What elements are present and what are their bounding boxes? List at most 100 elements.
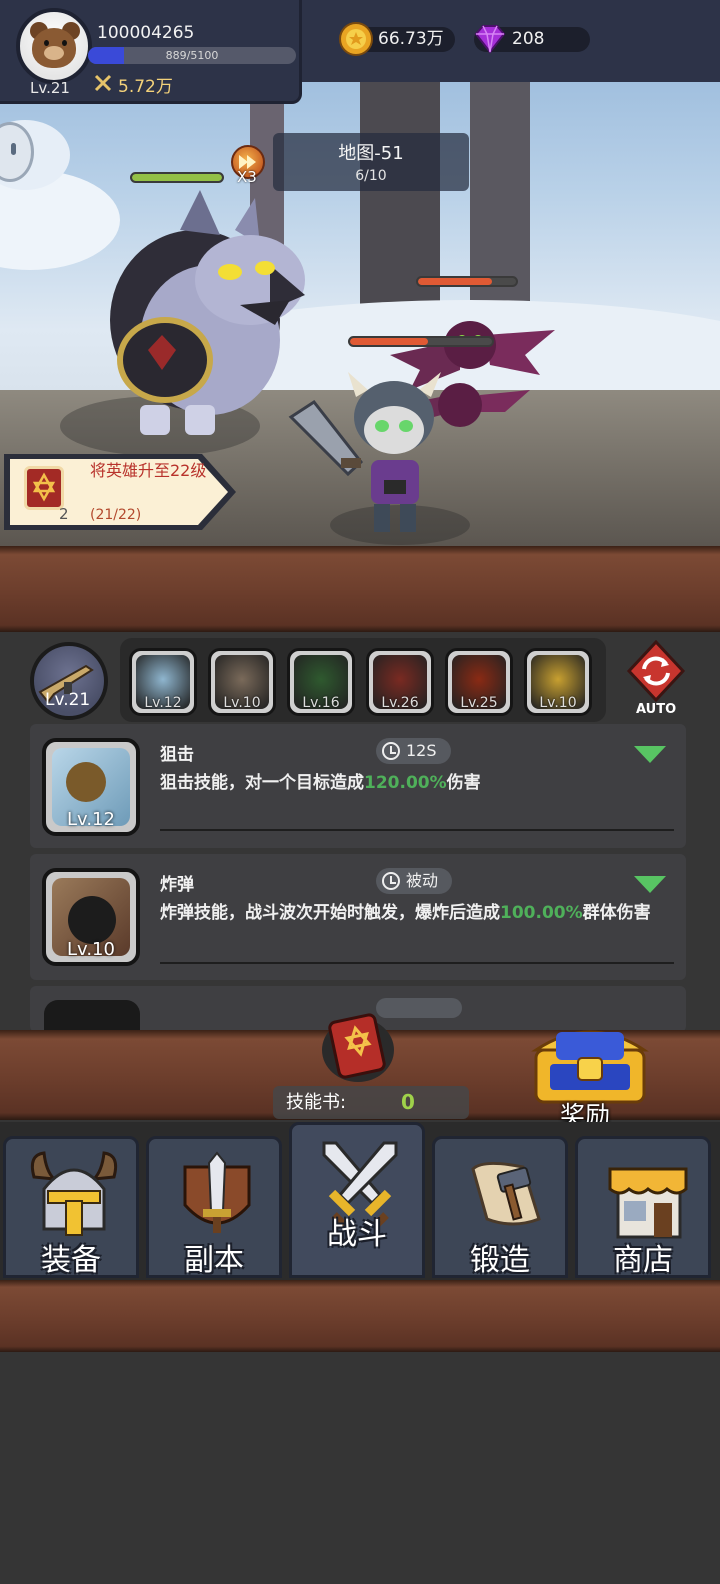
auto-label: AUTO — [636, 702, 677, 717]
gold-counter[interactable]: 66.73万 — [339, 22, 455, 56]
skill-book-counter: 技能书: 0 — [273, 1086, 469, 1119]
xp-text: 889/5100 — [165, 49, 219, 62]
skeleton-health-bar — [348, 336, 494, 347]
skill-cooldown: 被动 — [376, 868, 453, 894]
xp-bar: 889/5100 — [88, 47, 296, 64]
skill-desc-text: 群体伤害 — [582, 903, 651, 923]
viking-helmet-icon — [30, 1151, 118, 1236]
purple-gem-icon — [474, 25, 506, 54]
player-id: 100004265 — [97, 23, 195, 43]
skill-card-divider — [160, 962, 674, 964]
speed-multiplier: X3 — [237, 168, 257, 186]
hero-health-fill — [132, 174, 222, 181]
skill-desc-text: 狙击技能，对一个目标造成 — [160, 773, 364, 793]
map-name: 地图-51 — [338, 143, 404, 164]
star-of-david-icon — [32, 472, 56, 502]
bear-eye — [62, 40, 67, 46]
skill-name: 炸弹 — [160, 875, 194, 895]
skeleton-health-fill — [350, 338, 429, 345]
empty-bottom-area — [0, 1352, 720, 1584]
skill-book-icon — [24, 466, 64, 510]
skill-slot-level: Lv.12 — [144, 695, 182, 711]
skill-panel: Lv.21 Lv.12 Lv.10 Lv.16 Lv.26 Lv.25 Lv.1… — [0, 632, 720, 1032]
bat-health-bar — [416, 276, 518, 287]
skill-slot[interactable]: Lv.25 — [445, 648, 513, 716]
quest-reward-count: 2 — [59, 505, 69, 523]
tab-label: 副本 — [184, 1243, 244, 1278]
player-info-panel: Lv.21 100004265 889/5100 5.72万 — [0, 0, 302, 104]
expand-arrow-icon[interactable] — [634, 746, 666, 763]
weapon-level: Lv.21 — [45, 690, 91, 710]
avatar[interactable] — [16, 8, 92, 84]
skill-slot-level: Lv.16 — [302, 695, 340, 711]
skill-book-icon[interactable] — [320, 1010, 396, 1082]
skill-card-level: Lv.12 — [67, 809, 115, 830]
clock-icon — [382, 742, 400, 760]
quest-title: 将英雄升至22级 — [90, 461, 207, 480]
player-level: Lv.21 — [30, 79, 70, 97]
map-info-panel: 地图-51 6/10 — [273, 133, 469, 191]
tab-shop[interactable]: 商店 — [575, 1136, 711, 1278]
skill-cooldown: 12S — [376, 738, 451, 764]
skill-slot-level: Lv.26 — [381, 695, 419, 711]
tab-battle[interactable]: 战斗 — [289, 1122, 425, 1278]
pause-icon — [11, 143, 16, 155]
hero-health-bar — [130, 172, 224, 183]
combat-power: 5.72万 — [118, 77, 173, 97]
bomb-shape — [68, 896, 116, 944]
bear-muzzle — [44, 46, 64, 60]
skill-description: 炸弹技能，战斗波次开始时触发，爆炸后造成100.00%群体伤害 — [160, 902, 680, 925]
skill-card[interactable]: Lv.10 炸弹 被动 炸弹技能，战斗波次开始时触发，爆炸后造成100.00%群… — [30, 854, 686, 980]
auto-refresh-icon[interactable] — [625, 640, 687, 702]
tab-label: 装备 — [41, 1243, 101, 1278]
skill-card[interactable]: Lv.12 狙击 12S 狙击技能，对一个目标造成120.00%伤害 — [30, 724, 686, 848]
gold-coin-icon — [339, 22, 373, 56]
gem-amount: 208 — [512, 29, 545, 49]
wave-counter: 6/10 — [355, 168, 387, 184]
tab-dungeon[interactable]: 副本 — [146, 1136, 282, 1278]
skill-card-level: Lv.10 — [67, 939, 115, 960]
skill-card-icon: Lv.12 — [42, 738, 140, 836]
bat-health-fill — [418, 278, 492, 285]
tab-label: 战斗 — [327, 1217, 387, 1252]
skill-description: 狙击技能，对一个目标造成120.00%伤害 — [160, 772, 680, 795]
bear-eye — [44, 40, 49, 46]
skeleton-enemy — [288, 372, 441, 532]
crossed-swords-icon — [94, 74, 112, 92]
quest-progress: (21/22) — [90, 507, 142, 523]
skill-slot[interactable]: Lv.10 — [208, 648, 276, 716]
skill-card-divider — [160, 829, 674, 831]
tab-forge[interactable]: 锻造 — [432, 1136, 568, 1278]
tab-label: 商店 — [613, 1243, 673, 1278]
quest-banner[interactable]: 2 将英雄升至22级 (21/22) — [2, 452, 240, 532]
sword-shield-icon — [183, 1151, 251, 1233]
skill-slot-level: Lv.25 — [460, 695, 498, 711]
skill-desc-text: 炸弹技能，战斗波次开始时触发，爆炸后造成 — [160, 903, 500, 923]
skill-slot[interactable]: Lv.12 — [129, 648, 197, 716]
skill-card-icon — [44, 1000, 140, 1032]
skill-cooldown-text: 12S — [406, 741, 437, 760]
tab-equipment[interactable]: 装备 — [3, 1136, 139, 1278]
skill-book-label: 技能书: — [286, 1092, 347, 1113]
shop-icon — [608, 1167, 688, 1239]
skill-slot[interactable]: Lv.10 — [524, 648, 592, 716]
skill-desc-value: 100.00% — [500, 903, 583, 923]
skill-card-icon: Lv.10 — [42, 868, 140, 966]
sniper-target — [66, 762, 106, 802]
skill-slot[interactable]: Lv.26 — [366, 648, 434, 716]
werewolf-hero — [110, 190, 305, 435]
bottom-nav: 装备 副本 战斗 锻造 商店 — [0, 1122, 720, 1280]
skill-desc-text: 伤害 — [446, 773, 481, 793]
gem-counter[interactable]: 208 — [474, 25, 590, 54]
gold-amount: 66.73万 — [378, 29, 444, 49]
treasure-chest-icon[interactable] — [530, 1020, 650, 1106]
skill-slot[interactable]: Lv.16 — [287, 648, 355, 716]
tab-label: 锻造 — [470, 1243, 530, 1278]
wood-divider — [0, 546, 720, 632]
skill-cooldown-text: 被动 — [406, 871, 439, 890]
expand-arrow-icon[interactable] — [634, 876, 666, 893]
scroll-hammer-icon — [471, 1162, 541, 1226]
skill-desc-value: 120.00% — [364, 773, 447, 793]
skill-slot-level: Lv.10 — [539, 695, 577, 711]
skill-name: 狙击 — [160, 745, 194, 765]
